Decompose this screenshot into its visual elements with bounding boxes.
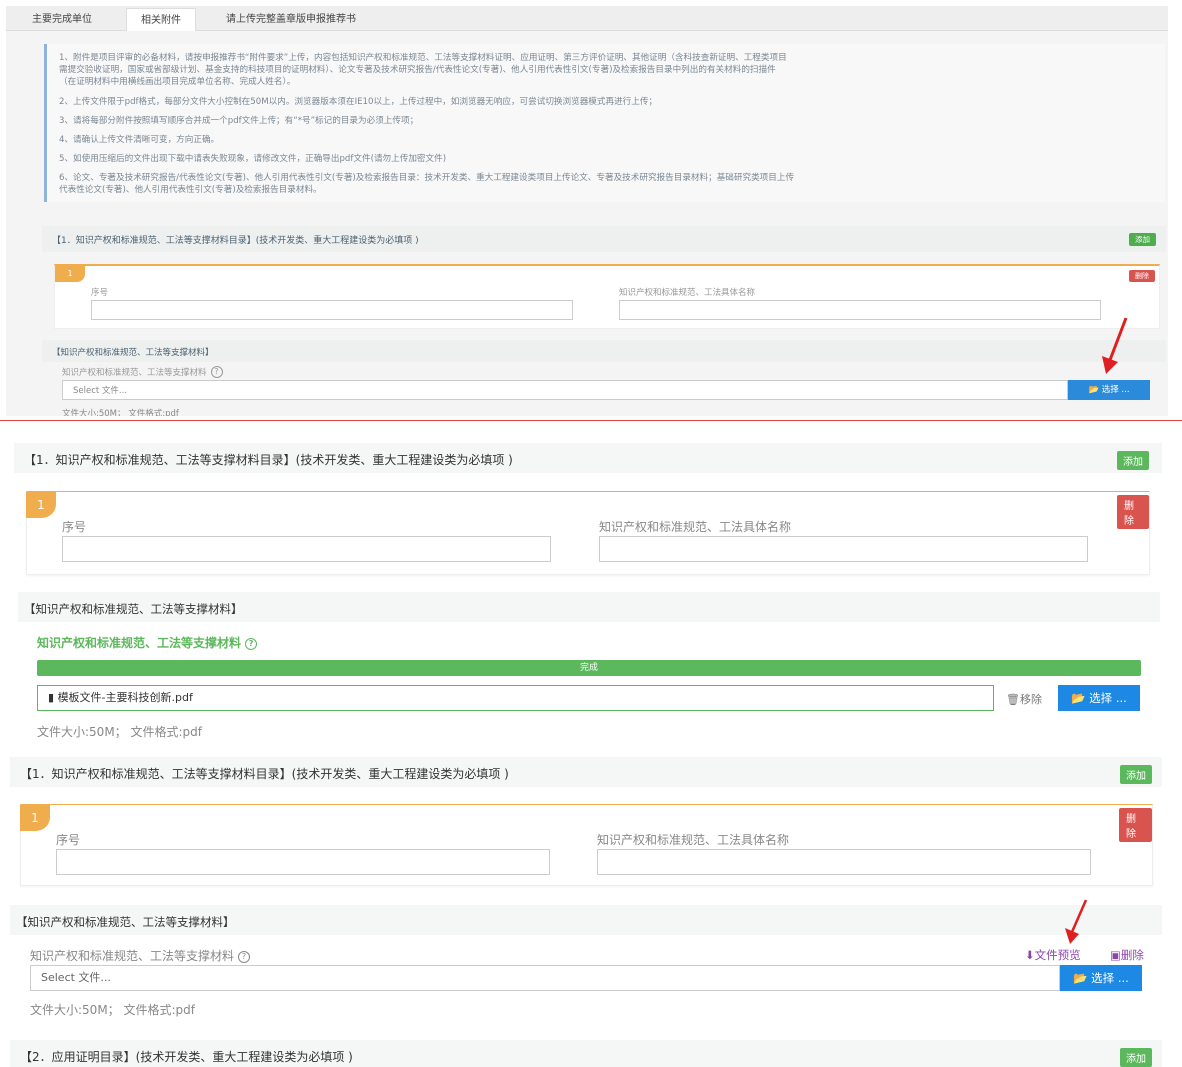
file-constraints: 文件大小:50M； 文件格式:pdf <box>62 409 179 416</box>
add-button[interactable]: 添加 <box>1120 1048 1152 1067</box>
material-section-title: 【知识产权和标准规范、工法等支撑材料】 <box>16 915 235 929</box>
file-select-input[interactable]: Select 文件... <box>62 380 1068 400</box>
select-file-button[interactable]: 📂 选择 ... <box>1058 685 1140 711</box>
upload-screenshot-top: 主要完成单位 相关附件 请上传完整盖章版申报推荐书 1、附件是项目评审的必备材料… <box>6 6 1168 416</box>
item-card: 1 删除 序号 知识产权和标准规范、工法具体名称 <box>20 804 1153 886</box>
seq-label: 序号 <box>91 288 109 298</box>
trash-icon: 🗑 <box>1006 693 1020 706</box>
name-label: 知识产权和标准规范、工法具体名称 <box>597 833 790 847</box>
seq-label: 序号 <box>56 833 81 847</box>
seq-input[interactable] <box>91 300 573 320</box>
tab-upload-stamped[interactable]: 请上传完整盖章版申报推荐书 <box>226 10 356 25</box>
material-label: 知识产权和标准规范、工法等支撑材料? <box>30 947 251 964</box>
select-button-label: 选择 ... <box>1101 385 1130 395</box>
delete-item-button[interactable]: 删除 <box>1129 270 1155 282</box>
add-button[interactable]: 添加 <box>1129 233 1156 246</box>
delete-file-link[interactable]: ▣删除 <box>1110 947 1144 963</box>
material-section-header: 【知识产权和标准规范、工法等支撑材料】 <box>18 592 1160 622</box>
seq-input[interactable] <box>56 849 550 875</box>
name-input[interactable] <box>599 536 1088 562</box>
item-number-badge: 1 <box>26 492 56 518</box>
download-icon: ⬇ <box>1025 948 1035 962</box>
attachment-instructions: 1、附件是项目评审的必备材料，请按申报推荐书“附件要求”上传，内容包括知识产权和… <box>44 44 1165 202</box>
select-file-button[interactable]: 📂 选择 ... <box>1060 965 1142 991</box>
material-section-header: 【知识产权和标准规范、工法等支撑材料】 <box>42 340 1166 362</box>
delete-item-button[interactable]: 删除 <box>1117 495 1149 529</box>
seq-label: 序号 <box>62 520 87 534</box>
section-1-title: 【1．知识产权和标准规范、工法等支撑材料目录】(技术开发类、重大工程建设类为必填… <box>24 453 513 467</box>
material-section-title: 【知识产权和标准规范、工法等支撑材料】 <box>24 602 243 616</box>
add-button[interactable]: 添加 <box>1120 765 1152 784</box>
item-card: 1 删除 序号 知识产权和标准规范、工法具体名称 <box>54 264 1160 329</box>
material-section-title: 【知识产权和标准规范、工法等支撑材料】 <box>52 348 214 358</box>
section-1-header: 【1．知识产权和标准规范、工法等支撑材料目录】(技术开发类、重大工程建设类为必填… <box>10 757 1162 787</box>
red-arrow-icon <box>1065 899 1088 944</box>
image-icon: ▣ <box>1110 948 1121 962</box>
delete-item-button[interactable]: 删除 <box>1119 808 1152 842</box>
section-1-header: 【1．知识产权和标准规范、工法等支撑材料目录】(技术开发类、重大工程建设类为必填… <box>42 226 1166 252</box>
tab-bar: 主要完成单位 相关附件 请上传完整盖章版申报推荐书 <box>6 6 1168 31</box>
uploaded-file-name: 模板文件-主要科技创新.pdf <box>57 691 193 704</box>
tab-attachments[interactable]: 相关附件 <box>126 8 196 31</box>
preview-label: 文件预览 <box>1034 948 1081 962</box>
name-label: 知识产权和标准规范、工法具体名称 <box>599 520 792 534</box>
instruction-line: （在证明材料中用横线画出项目完成单位名称、完成人姓名）。 <box>59 77 296 87</box>
help-icon[interactable]: ? <box>245 638 258 650</box>
instruction-line: 5、如使用压缩后的文件出现下载中请表失败现象，请修改文件，正确导出pdf文件(请… <box>59 154 447 164</box>
section-1-header: 【1．知识产权和标准规范、工法等支撑材料目录】(技术开发类、重大工程建设类为必填… <box>14 443 1162 473</box>
material-label: 知识产权和标准规范、工法等支撑材料? <box>37 634 258 651</box>
name-input[interactable] <box>619 300 1101 320</box>
instruction-line: 1、附件是项目评审的必备材料，请按申报推荐书“附件要求”上传，内容包括知识产权和… <box>59 53 787 63</box>
section-1-title: 【1．知识产权和标准规范、工法等支撑材料目录】(技术开发类、重大工程建设类为必填… <box>20 767 509 781</box>
section-1-title: 【1．知识产权和标准规范、工法等支撑材料目录】(技术开发类、重大工程建设类为必填… <box>52 236 419 246</box>
add-button[interactable]: 添加 <box>1117 451 1149 470</box>
divider-line <box>0 420 1182 421</box>
instruction-line: 代表性论文(专著)、他人引用代表性引文(专著)及检索报告目录材料。 <box>59 185 322 195</box>
material-label-text: 知识产权和标准规范、工法等支撑材料 <box>37 636 242 650</box>
remove-file-button[interactable]: 🗑移除 <box>1006 691 1042 707</box>
progress-label: 完成 <box>579 663 598 673</box>
file-constraints: 文件大小:50M； 文件格式:pdf <box>30 1003 195 1017</box>
delete-file-label: 删除 <box>1120 948 1144 962</box>
file-icon: ▮ <box>48 691 55 704</box>
name-label: 知识产权和标准规范、工法具体名称 <box>619 288 756 298</box>
section-2-title: 【2．应用证明目录】(技术开发类、重大工程建设类为必填项 ) <box>20 1050 353 1064</box>
material-label-text: 知识产权和标准规范、工法等支撑材料 <box>30 949 235 963</box>
folder-open-icon: 📂 <box>1071 691 1086 705</box>
name-input[interactable] <box>597 849 1091 875</box>
select-button-label: 选择 ... <box>1091 971 1129 985</box>
folder-open-icon: 📂 <box>1088 385 1100 395</box>
upload-progress-bar: 完成 <box>37 660 1141 676</box>
select-button-label: 选择 ... <box>1089 691 1127 705</box>
red-arrow-icon <box>1102 317 1128 374</box>
select-file-button[interactable]: 📂 选择 ... <box>1068 380 1150 400</box>
item-card: 1 删除 序号 知识产权和标准规范、工法具体名称 <box>26 491 1150 575</box>
file-constraints: 文件大小:50M； 文件格式:pdf <box>37 725 202 739</box>
file-select-input[interactable]: Select 文件... <box>30 965 1060 991</box>
seq-input[interactable] <box>62 536 551 562</box>
material-label-text: 知识产权和标准规范、工法等支撑材料 <box>62 368 207 378</box>
help-icon[interactable]: ? <box>238 951 251 963</box>
item-number-badge: 1 <box>55 266 85 282</box>
item-number-badge: 1 <box>20 805 50 831</box>
help-icon[interactable]: ? <box>210 366 223 378</box>
instruction-line: 4、请确认上传文件清晰可变，方向正确。 <box>59 135 220 145</box>
instruction-line: 6、论文、专著及技术研究报告/代表性论文(专著)、他人引用代表性引文(专著)及检… <box>59 173 795 183</box>
instruction-line: 需提交验收证明，国家或省部级计划、基金支持的科技项目的证明材料）、论文专著及技术… <box>59 65 776 75</box>
remove-label: 移除 <box>1019 693 1042 706</box>
tab-main-units[interactable]: 主要完成单位 <box>32 10 92 25</box>
material-label: 知识产权和标准规范、工法等支撑材料? <box>62 366 223 378</box>
instruction-line: 2、上传文件限于pdf格式，每部分文件大小控制在50M以内。浏览器版本须在IE1… <box>59 97 658 107</box>
uploaded-file-field[interactable]: ▮ 模板文件-主要科技创新.pdf <box>37 685 994 711</box>
instruction-line: 3、请将每部分附件按照填写顺序合并成一个pdf文件上传；有“*号”标记的目录为必… <box>59 116 419 126</box>
folder-open-icon: 📂 <box>1073 971 1088 985</box>
file-preview-link[interactable]: ⬇文件预览 <box>1025 947 1081 963</box>
material-section-header: 【知识产权和标准规范、工法等支撑材料】 <box>10 905 1162 935</box>
section-2-header: 【2．应用证明目录】(技术开发类、重大工程建设类为必填项 ) <box>10 1040 1162 1067</box>
